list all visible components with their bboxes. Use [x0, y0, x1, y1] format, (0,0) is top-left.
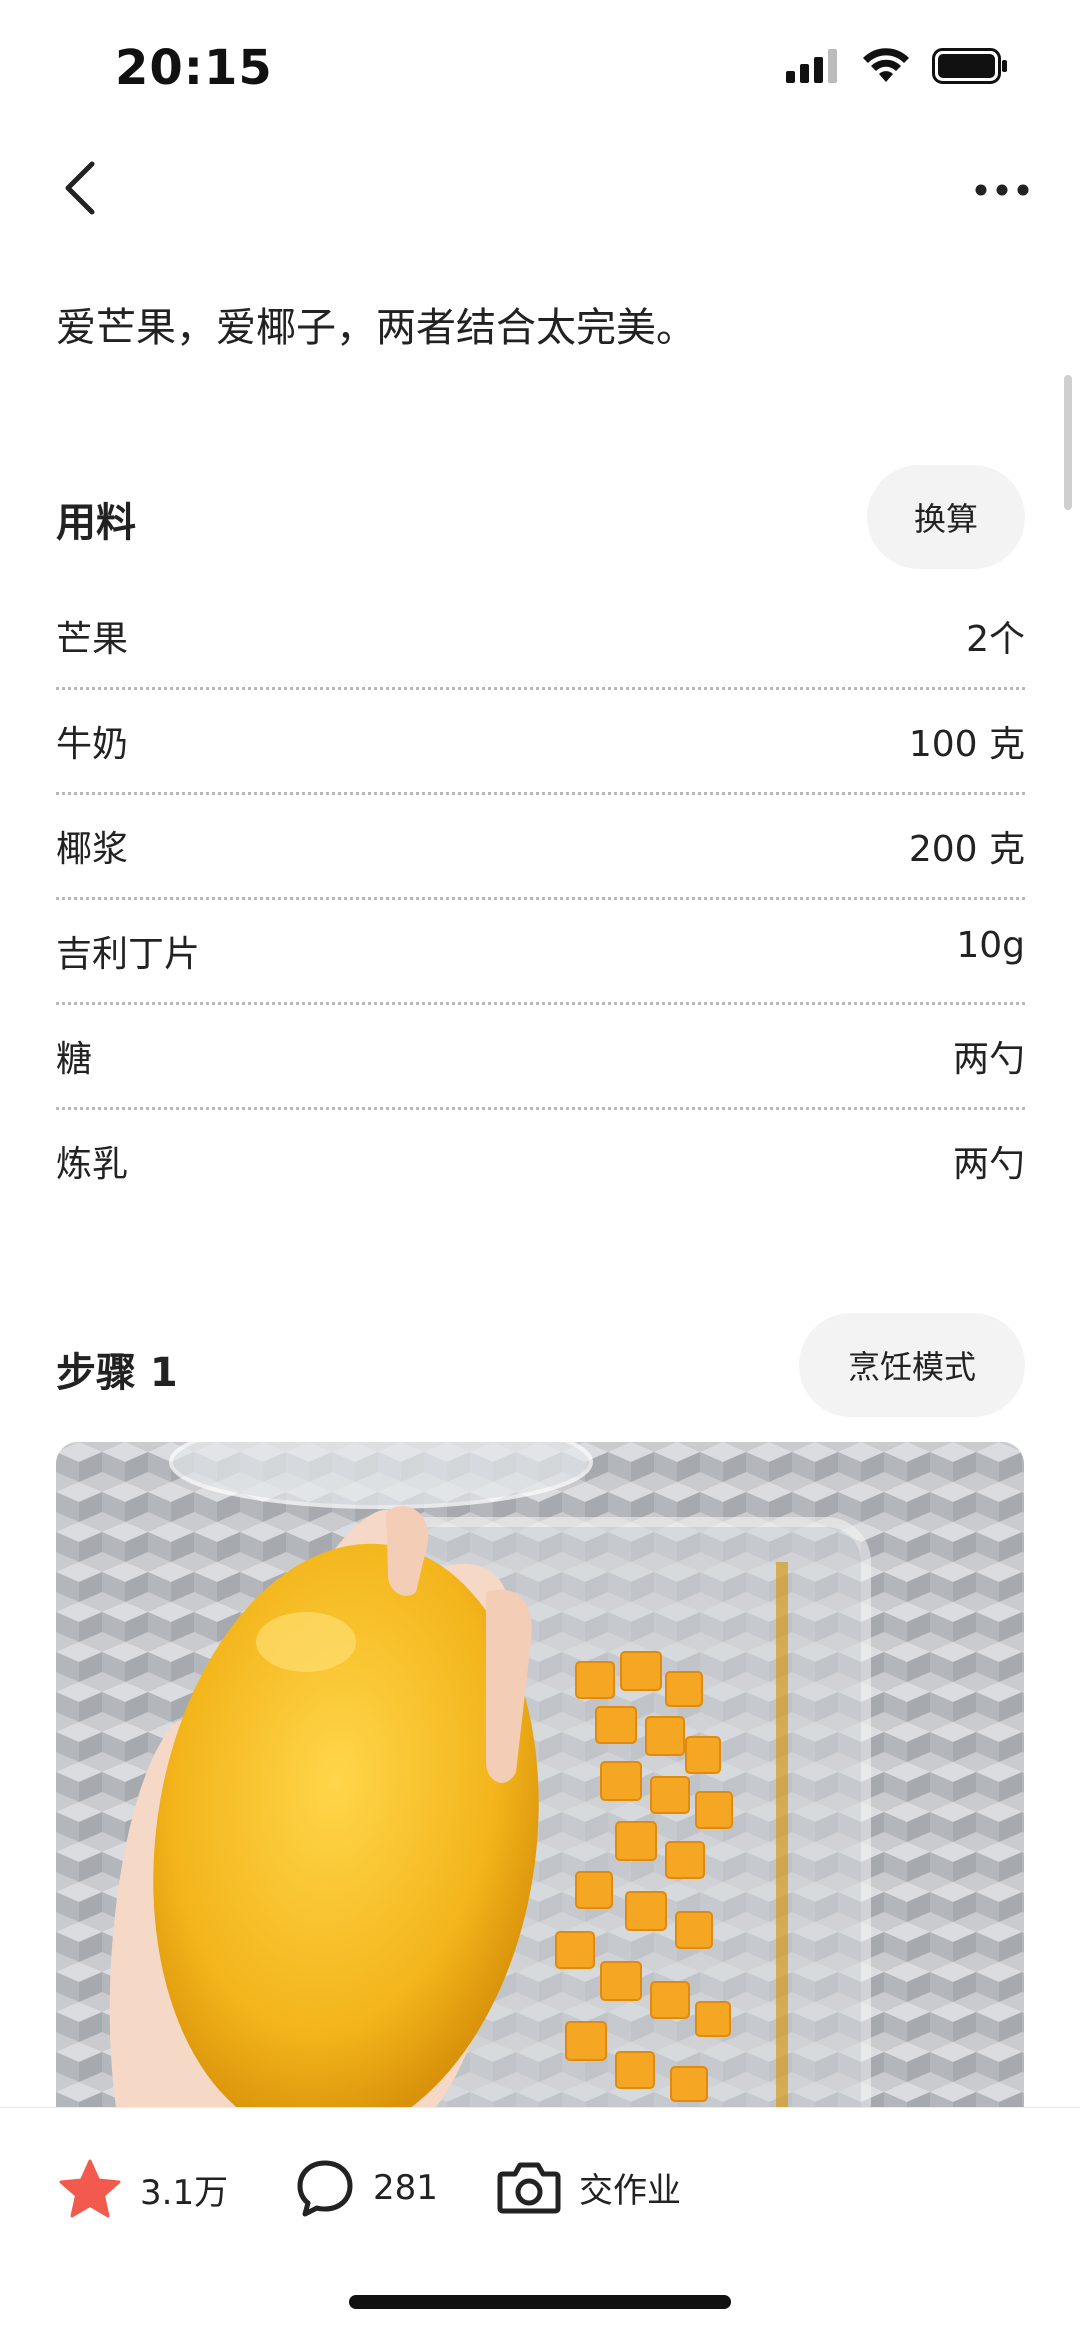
- ingredients-list: 芒果 2个 牛奶 100 克 椰浆 200 克 吉利丁片 10g 糖 两勺 炼乳…: [56, 585, 1025, 1215]
- comments-count: 281: [373, 2168, 438, 2208]
- ingredient-row: 牛奶 100 克: [56, 690, 1025, 795]
- ingredients-title: 用料: [56, 500, 136, 546]
- ingredient-quantity: 200 克: [908, 829, 1025, 870]
- ingredient-name: 糖: [56, 1039, 93, 1080]
- status-time: 20:15: [115, 40, 273, 96]
- ingredient-row: 吉利丁片 10g: [56, 900, 1025, 1005]
- back-button[interactable]: [52, 160, 108, 216]
- submit-homework-button[interactable]: 交作业: [497, 2158, 681, 2216]
- submit-homework-label: 交作业: [579, 2170, 681, 2211]
- battery-icon: [932, 48, 1007, 84]
- cellular-signal-icon: [786, 49, 837, 83]
- ingredient-quantity: 2个: [966, 619, 1025, 660]
- comment-bubble-icon: [297, 2160, 353, 2217]
- favorites-count: 3.1万: [140, 2172, 229, 2213]
- status-bar: 20:15: [0, 0, 1080, 140]
- ingredient-quantity: 100 克: [908, 724, 1025, 765]
- star-icon: [59, 2159, 121, 2218]
- ingredient-row: 椰浆 200 克: [56, 795, 1025, 900]
- convert-button[interactable]: 换算: [867, 465, 1025, 569]
- ingredient-row: 糖 两勺: [56, 1005, 1025, 1110]
- ingredient-name: 芒果: [56, 619, 129, 660]
- comment-button[interactable]: 281: [295, 2158, 438, 2218]
- recipe-intro: 爱芒果，爱椰子，两者结合太完美。: [56, 305, 696, 351]
- mango-photo-illustration: [56, 1442, 1024, 2107]
- ingredient-row: 炼乳 两勺: [56, 1110, 1025, 1215]
- ingredient-name: 炼乳: [56, 1144, 129, 1185]
- ingredient-name: 吉利丁片: [56, 934, 201, 975]
- step-photo[interactable]: [56, 1442, 1024, 2107]
- favorite-button[interactable]: 3.1万: [58, 2158, 228, 2220]
- cooking-mode-button[interactable]: 烹饪模式: [799, 1313, 1025, 1417]
- more-button[interactable]: [972, 170, 1032, 210]
- ingredient-row: 芒果 2个: [56, 585, 1025, 690]
- step-title: 步骤 1: [56, 1350, 178, 1396]
- ingredient-quantity: 两勺: [952, 1144, 1025, 1185]
- home-indicator[interactable]: [349, 2295, 731, 2309]
- ingredient-quantity: 两勺: [952, 1039, 1025, 1080]
- chevron-left-icon: [65, 161, 95, 215]
- more-horizontal-icon: [975, 184, 1029, 196]
- ingredient-name: 椰浆: [56, 829, 129, 870]
- wifi-icon: [863, 48, 909, 82]
- camera-icon: [497, 2162, 561, 2214]
- ingredient-quantity: 10g: [956, 925, 1025, 966]
- status-icons: [786, 48, 1008, 84]
- scrollbar[interactable]: [1064, 375, 1072, 510]
- ingredient-name: 牛奶: [56, 724, 129, 765]
